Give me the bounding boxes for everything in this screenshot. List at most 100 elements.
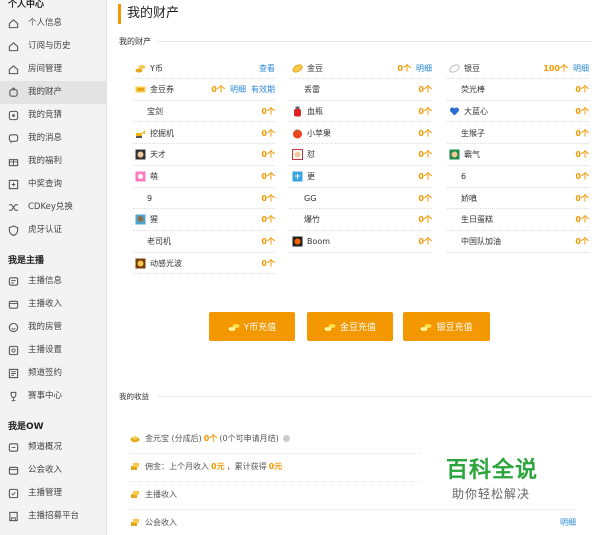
sidebar-item[interactable]: 虎牙认证 xyxy=(0,219,106,242)
dui-icon xyxy=(292,149,303,161)
domineering-icon xyxy=(449,149,460,160)
asset-name: 老司机 xyxy=(147,237,171,247)
asset-name: 怼 xyxy=(307,150,315,160)
sidebar-item[interactable]: 赛事中心 xyxy=(0,385,106,408)
asset-validity-link[interactable]: 有效期 xyxy=(251,84,275,95)
asset-name: 动感光波 xyxy=(150,258,182,268)
sidebar-section-ow: 我是OW xyxy=(8,422,44,432)
sidebar-item[interactable]: 主播设置 xyxy=(0,339,106,362)
shuffle-icon xyxy=(8,202,19,213)
asset-name: 猩 xyxy=(150,215,158,225)
asset-count: 0个 xyxy=(261,128,275,138)
asset-count: 0个 xyxy=(261,193,275,203)
sidebar-item[interactable]: CDKey兑换 xyxy=(0,196,106,219)
sidebar-item[interactable]: 主播信息 xyxy=(0,270,106,293)
asset-row: 中国队加油 0个 xyxy=(447,232,589,253)
asset-detail-link[interactable]: 明细 xyxy=(573,63,589,74)
asset-count: 0个 xyxy=(261,237,275,247)
coins-icon xyxy=(130,518,140,527)
ingot-label: 金元宝 (分成后) xyxy=(145,433,202,443)
asset-row: 霸气 0个 xyxy=(447,145,589,166)
boom-icon xyxy=(292,236,303,247)
asset-name: 更 xyxy=(307,172,315,181)
asset-detail-link[interactable]: 明细 xyxy=(416,63,432,74)
room-admin-icon xyxy=(8,322,19,333)
asset-name: 血瓶 xyxy=(307,106,323,116)
help-icon[interactable] xyxy=(282,434,290,442)
sidebar-item-label: 个人信息 xyxy=(28,18,63,28)
settings-icon xyxy=(8,345,19,356)
sidebar-item-label: 我的房管 xyxy=(28,322,63,332)
sidebar-item[interactable]: 订阅与历史 xyxy=(0,35,106,58)
asset-row: 金豆 0个 明细 xyxy=(290,58,432,79)
ycoin-icon xyxy=(135,63,146,74)
asset-row: 9 0个 xyxy=(133,188,275,210)
anchor-info-icon xyxy=(8,276,19,287)
sidebar-item-label: 订阅与历史 xyxy=(28,41,71,51)
sidebar-item[interactable]: 我的房管 xyxy=(0,316,106,339)
silver-recharge-button[interactable]: 银豆充值 xyxy=(403,312,490,341)
sidebar-item-label: 中奖查询 xyxy=(28,179,63,189)
sidebar-item[interactable]: 主播招募平台 xyxy=(0,505,106,528)
home-icon xyxy=(8,64,19,75)
asset-count: 0个 xyxy=(418,150,432,160)
sidebar-item[interactable]: 我的竞猜 xyxy=(0,104,106,127)
coins-icon xyxy=(228,322,240,332)
anchor-income-label: 主播收入 xyxy=(145,490,177,499)
sidebar-item-label: 主播收入 xyxy=(28,299,63,309)
shield-icon xyxy=(8,225,19,236)
sidebar-item[interactable]: 中奖查询 xyxy=(0,173,106,196)
asset-row: Boom 0个 xyxy=(290,232,432,253)
asset-row: 萌 0个 xyxy=(133,167,275,188)
asset-count: 100个 xyxy=(543,63,568,73)
asset-count: 0个 xyxy=(418,215,432,225)
asset-row: 生日蛋糕 0个 xyxy=(447,210,589,231)
sidebar-item[interactable]: 我的福利 xyxy=(0,150,106,173)
sidebar-item[interactable]: 主播收入 xyxy=(0,293,106,316)
asset-row: 小苹果 0个 xyxy=(290,123,432,145)
asset-count: 0个 xyxy=(261,172,275,181)
ycoin-recharge-button[interactable]: Y币充值 xyxy=(209,312,295,341)
sidebar-item-label: 主播招募平台 xyxy=(28,511,80,521)
asset-detail-link[interactable]: 明细 xyxy=(230,84,246,95)
earnings-row-guild: 公会收入 明细 xyxy=(130,509,576,535)
sidebar-item[interactable]: 频道概况 xyxy=(0,436,106,459)
sidebar-item[interactable]: 我的消息 xyxy=(0,127,106,150)
asset-detail-link[interactable]: 查看 xyxy=(259,63,275,74)
home-icon xyxy=(8,18,19,29)
guild-income-detail-link[interactable]: 明细 xyxy=(560,517,576,528)
sidebar-item-label: 频道概况 xyxy=(28,442,63,452)
asset-name: 荧光棒 xyxy=(461,85,485,95)
sidebar-item-label: 我的财产 xyxy=(28,87,63,97)
ingot-note: (0个可申请月结) xyxy=(219,433,279,443)
asset-name: GG xyxy=(304,193,317,203)
asset-count: 0个 xyxy=(575,106,589,116)
genius-icon xyxy=(135,149,146,160)
gold-recharge-button[interactable]: 金豆充值 xyxy=(307,312,393,341)
asset-name: 6 xyxy=(461,172,467,181)
sidebar-item[interactable]: 公会收入 xyxy=(0,459,106,482)
commission-sep: ，累计获得 xyxy=(226,462,267,471)
asset-name: Y币 xyxy=(150,63,163,73)
asset-count: 0个 xyxy=(575,150,589,160)
sidebar-item[interactable]: 个人信息 xyxy=(0,12,106,35)
sidebar-item[interactable]: 频道签约 xyxy=(0,362,106,385)
asset-name: 金豆 xyxy=(307,63,323,73)
asset-row: 血瓶 0个 xyxy=(290,101,432,123)
sidebar-item[interactable]: 房间管理 xyxy=(0,58,106,81)
assets-subtitle: 我的财产 xyxy=(119,37,151,46)
geng-icon xyxy=(292,171,303,182)
asset-row: 怼 0个 xyxy=(290,145,432,166)
asset-count: 0个 xyxy=(418,85,432,95)
asset-count: 0个 xyxy=(418,128,432,138)
asset-row: 动感光波 0个 xyxy=(133,253,275,275)
gorilla-icon xyxy=(135,214,146,225)
asset-count: 0个 xyxy=(418,193,432,203)
sidebar-item[interactable]: 我的财产 xyxy=(0,81,106,104)
prize-search-icon xyxy=(8,179,19,190)
sidebar-item[interactable]: 主播管理 xyxy=(0,482,106,505)
asset-row: Y币 查看 xyxy=(133,58,275,79)
coupon-icon xyxy=(135,84,146,95)
quiz-icon xyxy=(8,110,19,121)
coins-icon xyxy=(130,490,140,499)
